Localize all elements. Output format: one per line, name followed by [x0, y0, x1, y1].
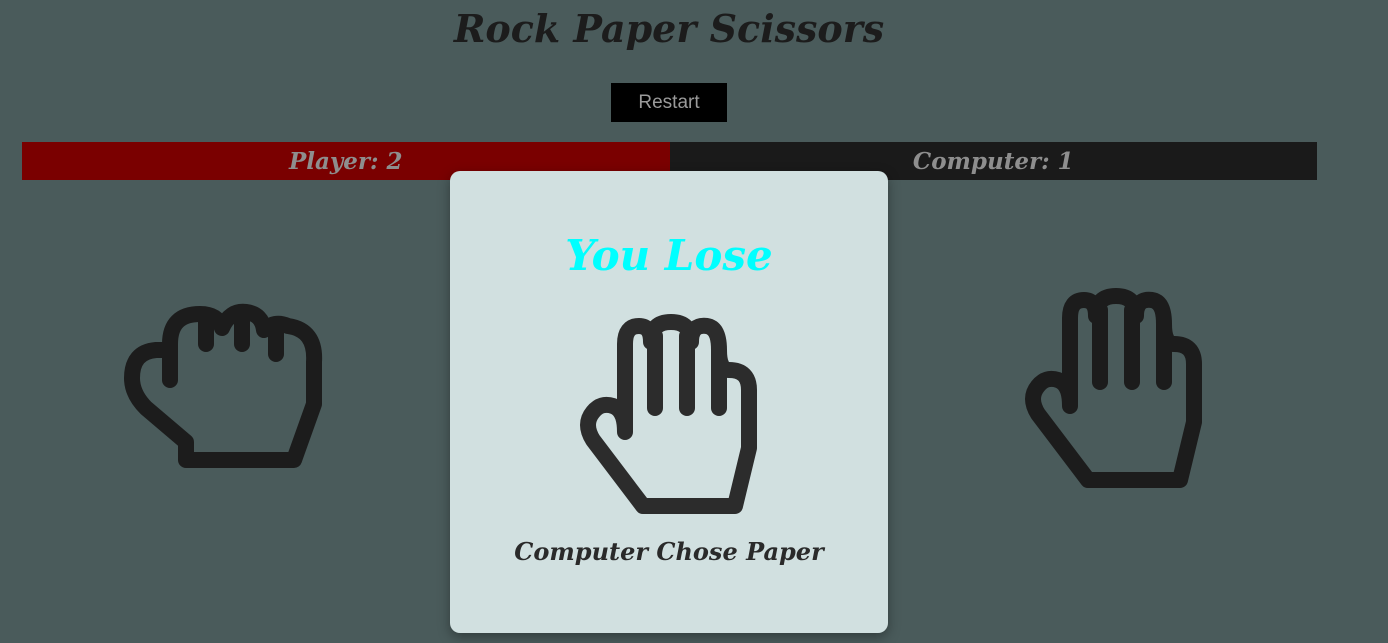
computer-choice-icon-wrap — [577, 312, 762, 524]
computer-choice-text: Computer Chose Paper — [514, 537, 824, 566]
rock-fist-icon — [124, 303, 323, 468]
result-text: You Lose — [565, 231, 773, 280]
rock-choice-button[interactable] — [118, 296, 330, 482]
result-modal: You Lose Computer Chose Paper — [450, 171, 888, 633]
paper-hand-icon — [580, 314, 757, 514]
restart-button[interactable]: Restart — [611, 83, 727, 122]
paper-choice-button[interactable] — [1022, 286, 1207, 494]
paper-hand-icon — [1025, 288, 1202, 488]
page-title: Rock Paper Scissors — [453, 6, 885, 51]
